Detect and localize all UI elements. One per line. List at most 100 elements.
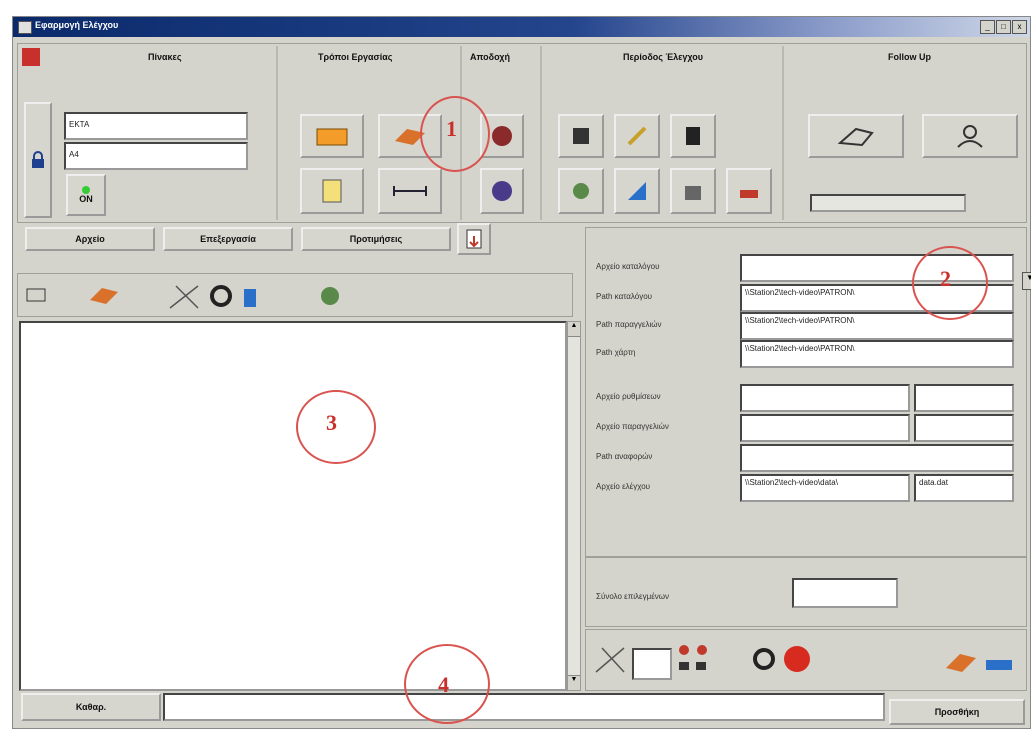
form-label: Αρχείο καταλόγου [596, 262, 660, 271]
maximize-button[interactable]: □ [996, 20, 1011, 34]
export-button[interactable] [457, 223, 491, 255]
folder-icon [316, 128, 348, 146]
annotation-number-1: 1 [446, 116, 457, 141]
list-toolbar [17, 273, 573, 317]
tab-file[interactable]: Αρχείο [25, 227, 155, 251]
measure-mode-button[interactable] [378, 168, 442, 214]
bucket-icon[interactable] [982, 644, 1016, 674]
follow-up-button-2[interactable] [922, 114, 1018, 158]
form-field[interactable]: \\Station2\tech-video\PATRON\ [740, 312, 1014, 340]
on-button[interactable]: ON [66, 174, 106, 216]
annotation-number-3: 3 [326, 410, 337, 435]
application-window: Εφαρμογή Ελέγχου _ □ x Πίνακες Τρόποι Ερ… [12, 16, 1031, 729]
lock-button[interactable] [24, 102, 52, 218]
close-button[interactable]: x [1012, 20, 1027, 34]
person-icon [957, 125, 983, 148]
form-label: Path καταλόγου [596, 292, 653, 301]
title-bar: Εφαρμογή Ελέγχου _ □ x [13, 17, 1030, 37]
form-field[interactable] [740, 444, 1014, 472]
refresh-icon [210, 285, 232, 307]
fabric-icon [90, 288, 118, 304]
scissors-icon [169, 285, 199, 309]
scroll-up-icon[interactable]: ▲ [568, 322, 580, 337]
bottom-toolbar [585, 629, 1027, 691]
minimize-button[interactable]: _ [980, 20, 995, 34]
hand-icon [837, 127, 874, 147]
gear-icon [321, 287, 339, 305]
form-field[interactable]: \\Station2\tech-video\PATRON\ [740, 340, 1014, 368]
form-label: Αρχείο ελέγχου [596, 482, 651, 491]
inbox-icon [492, 126, 512, 146]
follow-up-progress [810, 194, 966, 212]
list-area[interactable] [19, 321, 567, 691]
form-label: Path παραγγελιών [596, 320, 662, 329]
download-icon [492, 181, 512, 201]
form-label: Αρχείο ρυθμίσεων [596, 392, 661, 401]
period-button-4[interactable] [558, 168, 604, 214]
refresh-icon[interactable] [750, 645, 778, 673]
fabric-icon[interactable] [944, 648, 978, 674]
app-icon [18, 21, 32, 34]
table-field-1[interactable]: ΕΚΤΑ [64, 112, 248, 140]
tab-edit[interactable]: Επεξεργασία [163, 227, 293, 251]
period-button-1[interactable] [558, 114, 604, 158]
ruler-triangle-icon [628, 182, 646, 200]
form-field-secondary[interactable] [914, 414, 1014, 442]
list-scrollbar[interactable]: ▲ ▼ [567, 321, 581, 691]
follow-up-button-1[interactable] [808, 114, 904, 158]
group-label-accept: Αποδοχή [470, 52, 510, 62]
group-label-work-modes: Τρόποι Εργασίας [318, 52, 393, 62]
dropdown-arrow-icon[interactable]: ▼ [1022, 272, 1031, 290]
export-icon [466, 229, 482, 249]
group-label-tables: Πίνακες [148, 52, 182, 62]
period-button-5[interactable] [614, 168, 660, 214]
add-button[interactable]: Προσθήκη [889, 699, 1025, 725]
status-field [163, 693, 885, 721]
logo-icon [22, 48, 40, 66]
printer-icon [740, 190, 758, 198]
group-label-period: Περίοδος Έλεγχου [623, 52, 704, 62]
selected-count-label: Σύνολο επιλεγμένων [596, 592, 670, 601]
group-label-follow-up: Follow Up [888, 52, 931, 62]
gear-icon [573, 183, 589, 199]
annotation-number-4: 4 [438, 672, 449, 697]
layout-mode-button[interactable] [300, 168, 364, 214]
form-field[interactable] [740, 414, 910, 442]
top-toolbar: Πίνακες Τρόποι Εργασίας Αποδοχή Περίοδος… [17, 43, 1027, 223]
pencil-icon [627, 126, 647, 146]
stop-icon[interactable] [782, 644, 812, 674]
box-icon [573, 128, 589, 144]
selected-count-field[interactable] [792, 578, 898, 608]
form-field[interactable]: \\Station2\tech-video\data\ [740, 474, 910, 502]
on-label: ON [79, 194, 93, 204]
form-field-secondary[interactable]: data.dat [914, 474, 1014, 502]
window-title: Εφαρμογή Ελέγχου [35, 20, 119, 30]
form-label: Αρχείο παραγγελιών [596, 422, 669, 431]
bottle-icon [244, 289, 256, 307]
period-button-3[interactable] [670, 114, 716, 158]
film-icon [686, 127, 700, 145]
form-label: Path αναφορών [596, 452, 653, 461]
selection-panel: Σύνολο επιλεγμένων [585, 557, 1027, 627]
lock-icon [32, 151, 44, 168]
form-field[interactable] [740, 384, 910, 412]
gift-icon [685, 186, 701, 200]
ruler-icon [393, 186, 427, 196]
scroll-down-icon[interactable]: ▼ [568, 675, 580, 690]
status-led-icon [82, 186, 90, 194]
period-button-7[interactable] [726, 168, 772, 214]
period-button-2[interactable] [614, 114, 660, 158]
count-input[interactable] [632, 648, 672, 680]
folder-mode-button[interactable] [300, 114, 364, 158]
table-field-2[interactable]: Α4 [64, 142, 248, 170]
annotation-number-2: 2 [940, 266, 951, 291]
clear-button[interactable]: Καθαρ. [21, 693, 161, 721]
accept-button-2[interactable] [480, 168, 524, 214]
tab-preferences[interactable]: Προτιμήσεις [301, 227, 451, 251]
cut-icon [322, 179, 342, 203]
form-label: Path χάρτη [596, 348, 636, 357]
layout-icon [679, 645, 707, 670]
form-field-secondary[interactable] [914, 384, 1014, 412]
list-icon [26, 288, 46, 302]
period-button-6[interactable] [670, 168, 716, 214]
